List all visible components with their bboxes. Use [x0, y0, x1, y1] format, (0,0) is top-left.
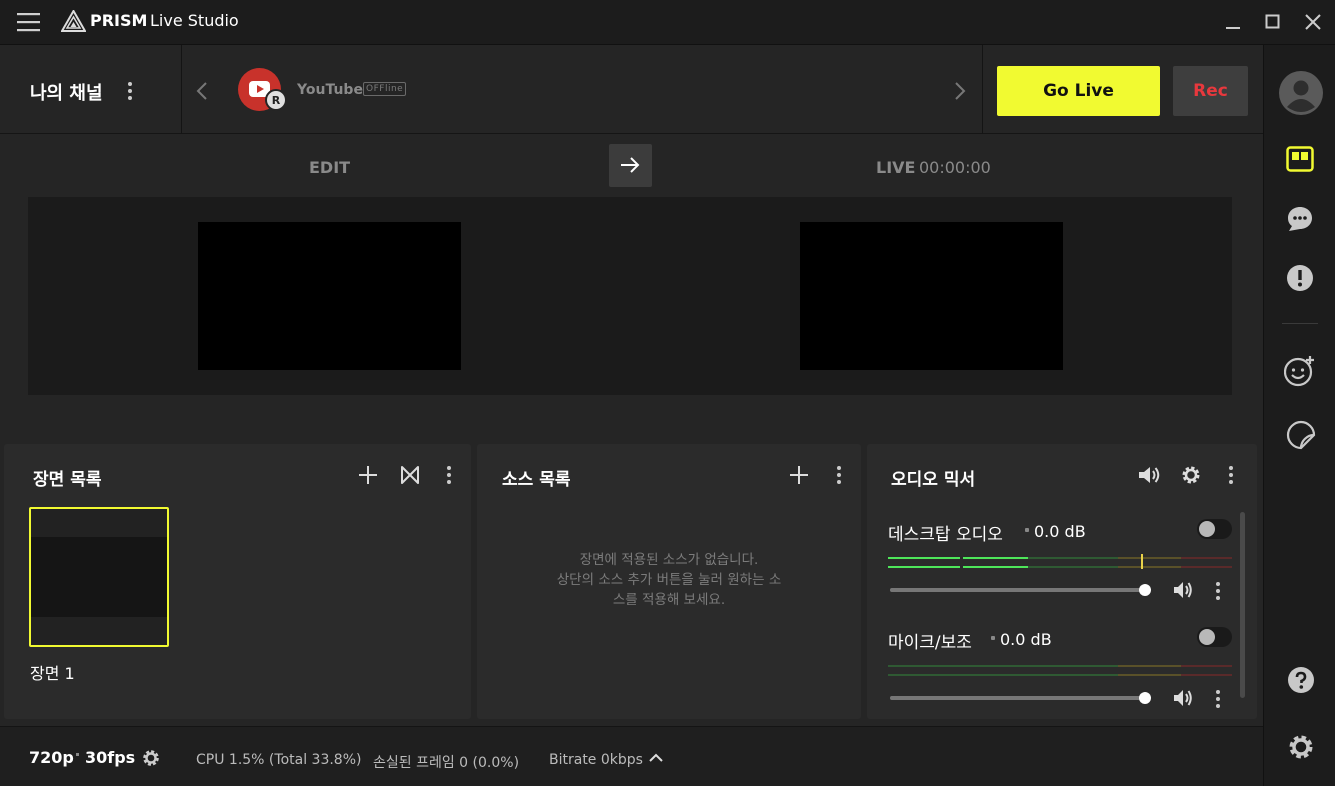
mixer-channel-name: 마이크/보조: [888, 633, 972, 653]
gear-icon[interactable]: [1180, 464, 1202, 486]
kebab-icon[interactable]: [1228, 465, 1234, 485]
rec-button[interactable]: Rec: [1173, 66, 1248, 116]
channel-title: 나의 채널: [30, 83, 103, 104]
scene-thumbnail-preview: [31, 537, 167, 617]
edit-preview-screen[interactable]: [198, 222, 461, 370]
help-icon[interactable]: [1287, 666, 1315, 694]
bitrate: Bitrate 0kbps: [549, 752, 643, 768]
live-label: LIVE: [876, 158, 916, 177]
divider: [181, 45, 182, 134]
speaker-icon[interactable]: [1172, 688, 1194, 708]
peak-indicator: [1141, 554, 1143, 569]
volume-slider-knob[interactable]: [1139, 692, 1151, 704]
scene-panel-title: 장면 목록: [33, 470, 102, 490]
profile-icon[interactable]: [1279, 71, 1323, 115]
mixer-scrollbar[interactable]: [1240, 512, 1245, 698]
source-empty-line: 상단의 소스 추가 버튼을 눌러 원하는 소: [556, 572, 782, 588]
separator-dot: [76, 753, 79, 756]
close-icon[interactable]: [1305, 14, 1321, 30]
resolution-label: 720p: [29, 748, 74, 767]
separator-dot: [1025, 528, 1029, 532]
speaker-icon[interactable]: [1137, 464, 1161, 486]
maximize-icon[interactable]: [1265, 14, 1281, 30]
source-panel-title: 소스 목록: [502, 470, 571, 490]
live-preview-screen: [800, 222, 1063, 370]
toggle-knob: [1199, 629, 1215, 645]
sidebar-divider: [1282, 323, 1318, 324]
kebab-icon[interactable]: [1215, 689, 1221, 709]
plus-icon[interactable]: [358, 465, 378, 485]
level-meter: [888, 674, 1232, 676]
preview-area: EDIT LIVE 00:00:00: [0, 135, 1263, 435]
right-sidebar: [1263, 45, 1335, 786]
speaker-icon[interactable]: [1172, 580, 1194, 600]
status-bar: 720p 30fps CPU 1.5% (Total 33.8%) 손실된 프레…: [0, 726, 1263, 786]
mixer-channel: 마이크/보조 0.0 dB: [867, 622, 1247, 717]
kebab-icon[interactable]: [127, 81, 133, 101]
mixer-channel-db: 0.0 dB: [1034, 522, 1086, 541]
mixer-channel-name: 데스크탑 오디오: [888, 525, 1003, 545]
sticker-icon[interactable]: [1285, 419, 1317, 451]
beauty-icon[interactable]: [1284, 355, 1316, 387]
channel-bar: 나의 채널 R YouTube OFFline Go Live Rec: [0, 45, 1263, 134]
dropped-frames: 손실된 프레임 0 (0.0%): [373, 755, 520, 771]
chevron-right-icon[interactable]: [953, 81, 967, 101]
prism-logo-icon: [61, 10, 86, 32]
app-brand: PRISM: [90, 11, 148, 30]
notice-icon[interactable]: [1286, 264, 1314, 292]
volume-slider-fill: [890, 588, 1145, 592]
chevron-up-icon[interactable]: [648, 753, 664, 763]
cpu-usage: CPU 1.5% (Total 33.8%): [196, 752, 362, 768]
transition-button[interactable]: [609, 144, 652, 187]
chevron-left-icon[interactable]: [195, 81, 209, 101]
scene-item-label[interactable]: 장면 1: [30, 660, 75, 684]
scene-thumbnail[interactable]: [29, 507, 169, 647]
source-empty-line: 스를 적용해 보세요.: [612, 592, 726, 608]
level-meter: [888, 566, 1232, 568]
fps-label: 30fps: [85, 748, 136, 767]
mixer-toggle[interactable]: [1197, 627, 1232, 647]
source-empty-message: 장면에 적용된 소스가 없습니다. 상단의 소스 추가 버튼을 눌러 원하는 소…: [477, 550, 861, 610]
mixer-toggle[interactable]: [1197, 519, 1232, 539]
scene-panel: 장면 목록 장면 1: [4, 444, 471, 719]
title-bar: PRISM Live Studio: [0, 0, 1335, 45]
mixer-channel-db: 0.0 dB: [1000, 630, 1052, 649]
volume-slider-knob[interactable]: [1139, 584, 1151, 596]
gear-icon[interactable]: [141, 748, 161, 768]
source-empty-line: 장면에 적용된 소스가 없습니다.: [579, 552, 759, 568]
kebab-icon[interactable]: [1215, 581, 1221, 601]
kebab-icon[interactable]: [836, 465, 842, 485]
platform-avatar[interactable]: R: [238, 68, 290, 112]
app-product: Live Studio: [150, 11, 239, 30]
prism-app: PRISM Live Studio 나의 채널 R YouTube OFFlin…: [0, 0, 1335, 786]
kebab-icon[interactable]: [446, 465, 452, 485]
divider: [982, 45, 983, 134]
edit-label: EDIT: [309, 158, 351, 177]
minimize-icon[interactable]: [1225, 14, 1241, 30]
arrow-right-icon: [620, 156, 641, 174]
layout-icon[interactable]: [1286, 146, 1314, 172]
transition-icon[interactable]: [400, 465, 420, 485]
chat-icon[interactable]: [1286, 205, 1314, 233]
menu-icon[interactable]: [17, 12, 41, 32]
preview-canvas: [28, 197, 1232, 395]
go-live-button[interactable]: Go Live: [997, 66, 1160, 116]
volume-slider[interactable]: [890, 692, 1151, 704]
mixer-channel: 데스크탑 오디오 0.0 dB: [867, 514, 1247, 609]
live-timer: 00:00:00: [919, 158, 991, 177]
level-meter: [888, 665, 1232, 667]
platform-status-badge: OFFline: [363, 82, 407, 96]
volume-slider[interactable]: [890, 584, 1151, 596]
audio-mixer-panel: 오디오 믹서 데스크탑 오디오 0.0 dB 마이크/보조 0.0 dB: [867, 444, 1257, 719]
separator-dot: [991, 636, 995, 640]
channel-badge: R: [265, 89, 287, 111]
source-panel: 소스 목록 장면에 적용된 소스가 없습니다. 상단의 소스 추가 버튼을 눌러…: [477, 444, 861, 719]
toggle-knob: [1199, 521, 1215, 537]
platform-name: YouTube: [297, 82, 363, 98]
gear-icon[interactable]: [1287, 733, 1315, 761]
volume-slider-fill: [890, 696, 1145, 700]
plus-icon[interactable]: [789, 465, 809, 485]
level-meter: [888, 557, 1232, 559]
mixer-panel-title: 오디오 믹서: [891, 470, 976, 490]
